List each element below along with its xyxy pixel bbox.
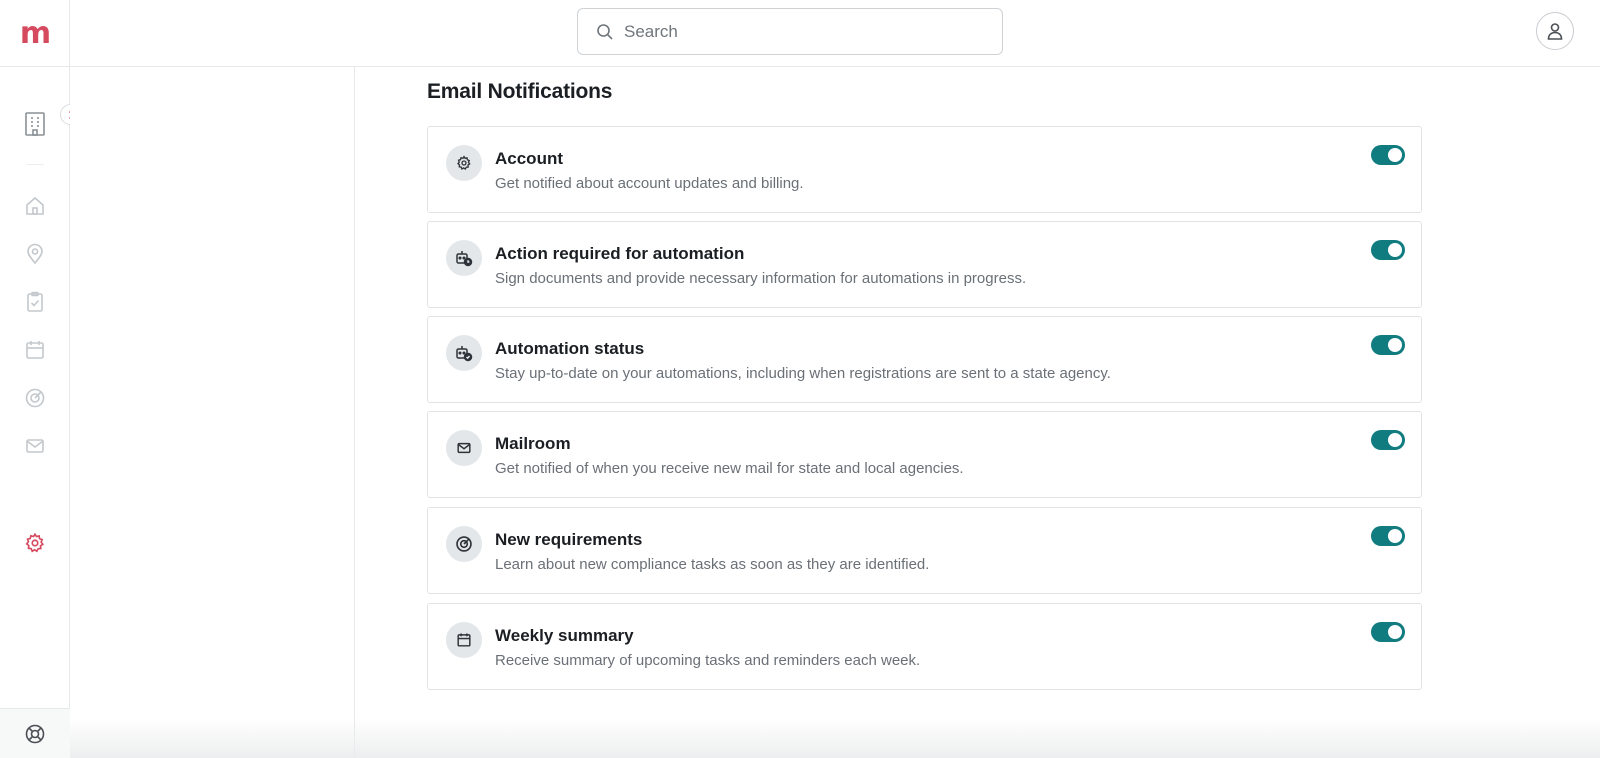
notification-description: Learn about new compliance tasks as soon…: [495, 556, 930, 573]
notification-card-mailroom: Mailroom Get notified of when you receiv…: [427, 411, 1422, 498]
calendar-icon: [446, 622, 482, 658]
user-avatar-button[interactable]: [1536, 12, 1574, 50]
search-input[interactable]: [624, 21, 984, 42]
notification-title: Action required for automation: [495, 244, 745, 263]
rail-divider: [26, 164, 44, 165]
logo-letter: m: [19, 15, 51, 51]
new-requirements-toggle[interactable]: [1371, 526, 1405, 546]
rail-item-tasks[interactable]: [21, 288, 49, 316]
notification-title: Mailroom: [495, 434, 571, 453]
search-box[interactable]: [577, 8, 1003, 55]
section-title: Email Notifications: [427, 80, 613, 103]
rail-help[interactable]: [0, 708, 70, 758]
location-pin-icon: [27, 243, 43, 265]
automation-status-toggle[interactable]: [1371, 335, 1405, 355]
notification-title: Account: [495, 149, 563, 168]
notification-title: Weekly summary: [495, 626, 634, 645]
robot-check-icon: [446, 335, 482, 371]
rail-item-locations[interactable]: [21, 240, 49, 268]
notification-description: Stay up-to-date on your automations, inc…: [495, 365, 1111, 382]
notification-description: Sign documents and provide necessary inf…: [495, 270, 1027, 287]
notification-card-new-requirements: New requirements Learn about new complia…: [427, 507, 1422, 594]
rail-item-home[interactable]: [21, 192, 49, 220]
notification-description: Get notified about account updates and b…: [495, 175, 804, 192]
notification-description: Receive summary of upcoming tasks and re…: [495, 652, 921, 669]
robot-clock-icon: [446, 240, 482, 276]
rail-item-mailroom[interactable]: [21, 432, 49, 460]
notification-title: Automation status: [495, 339, 645, 358]
weekly-summary-toggle[interactable]: [1371, 622, 1405, 642]
home-icon: [26, 196, 44, 215]
calendar-icon: [26, 341, 44, 359]
target-icon: [25, 388, 45, 408]
rail-item-requirements[interactable]: [21, 384, 49, 412]
gear-icon: [25, 532, 44, 553]
action-required-toggle[interactable]: [1371, 240, 1405, 260]
rail-item-company[interactable]: [21, 110, 49, 138]
notification-card-action-required: Action required for automation Sign docu…: [427, 221, 1422, 308]
mail-icon: [26, 439, 44, 453]
search-icon: [596, 23, 614, 41]
clipboard-check-icon: [27, 291, 43, 312]
notification-description: Get notified of when you receive new mai…: [495, 460, 964, 477]
mailroom-toggle[interactable]: [1371, 430, 1405, 450]
top-bar: [70, 0, 1600, 67]
logo[interactable]: m: [0, 0, 70, 67]
user-icon: [1547, 23, 1563, 40]
rail-item-calendar[interactable]: [21, 336, 49, 364]
gear-icon: [446, 145, 482, 181]
notification-card-weekly-summary: Weekly summary Receive summary of upcomi…: [427, 603, 1422, 690]
target-icon: [446, 526, 482, 562]
building-icon: [25, 112, 45, 136]
notification-card-account: Account Get notified about account updat…: [427, 126, 1422, 213]
rail-item-settings[interactable]: [21, 529, 49, 557]
account-toggle[interactable]: [1371, 145, 1405, 165]
notification-card-automation-status: Automation status Stay up-to-date on you…: [427, 316, 1422, 403]
secondary-panel: [70, 67, 355, 758]
notification-title: New requirements: [495, 530, 643, 549]
mail-icon: [446, 430, 482, 466]
lifebuoy-icon: [25, 724, 45, 743]
